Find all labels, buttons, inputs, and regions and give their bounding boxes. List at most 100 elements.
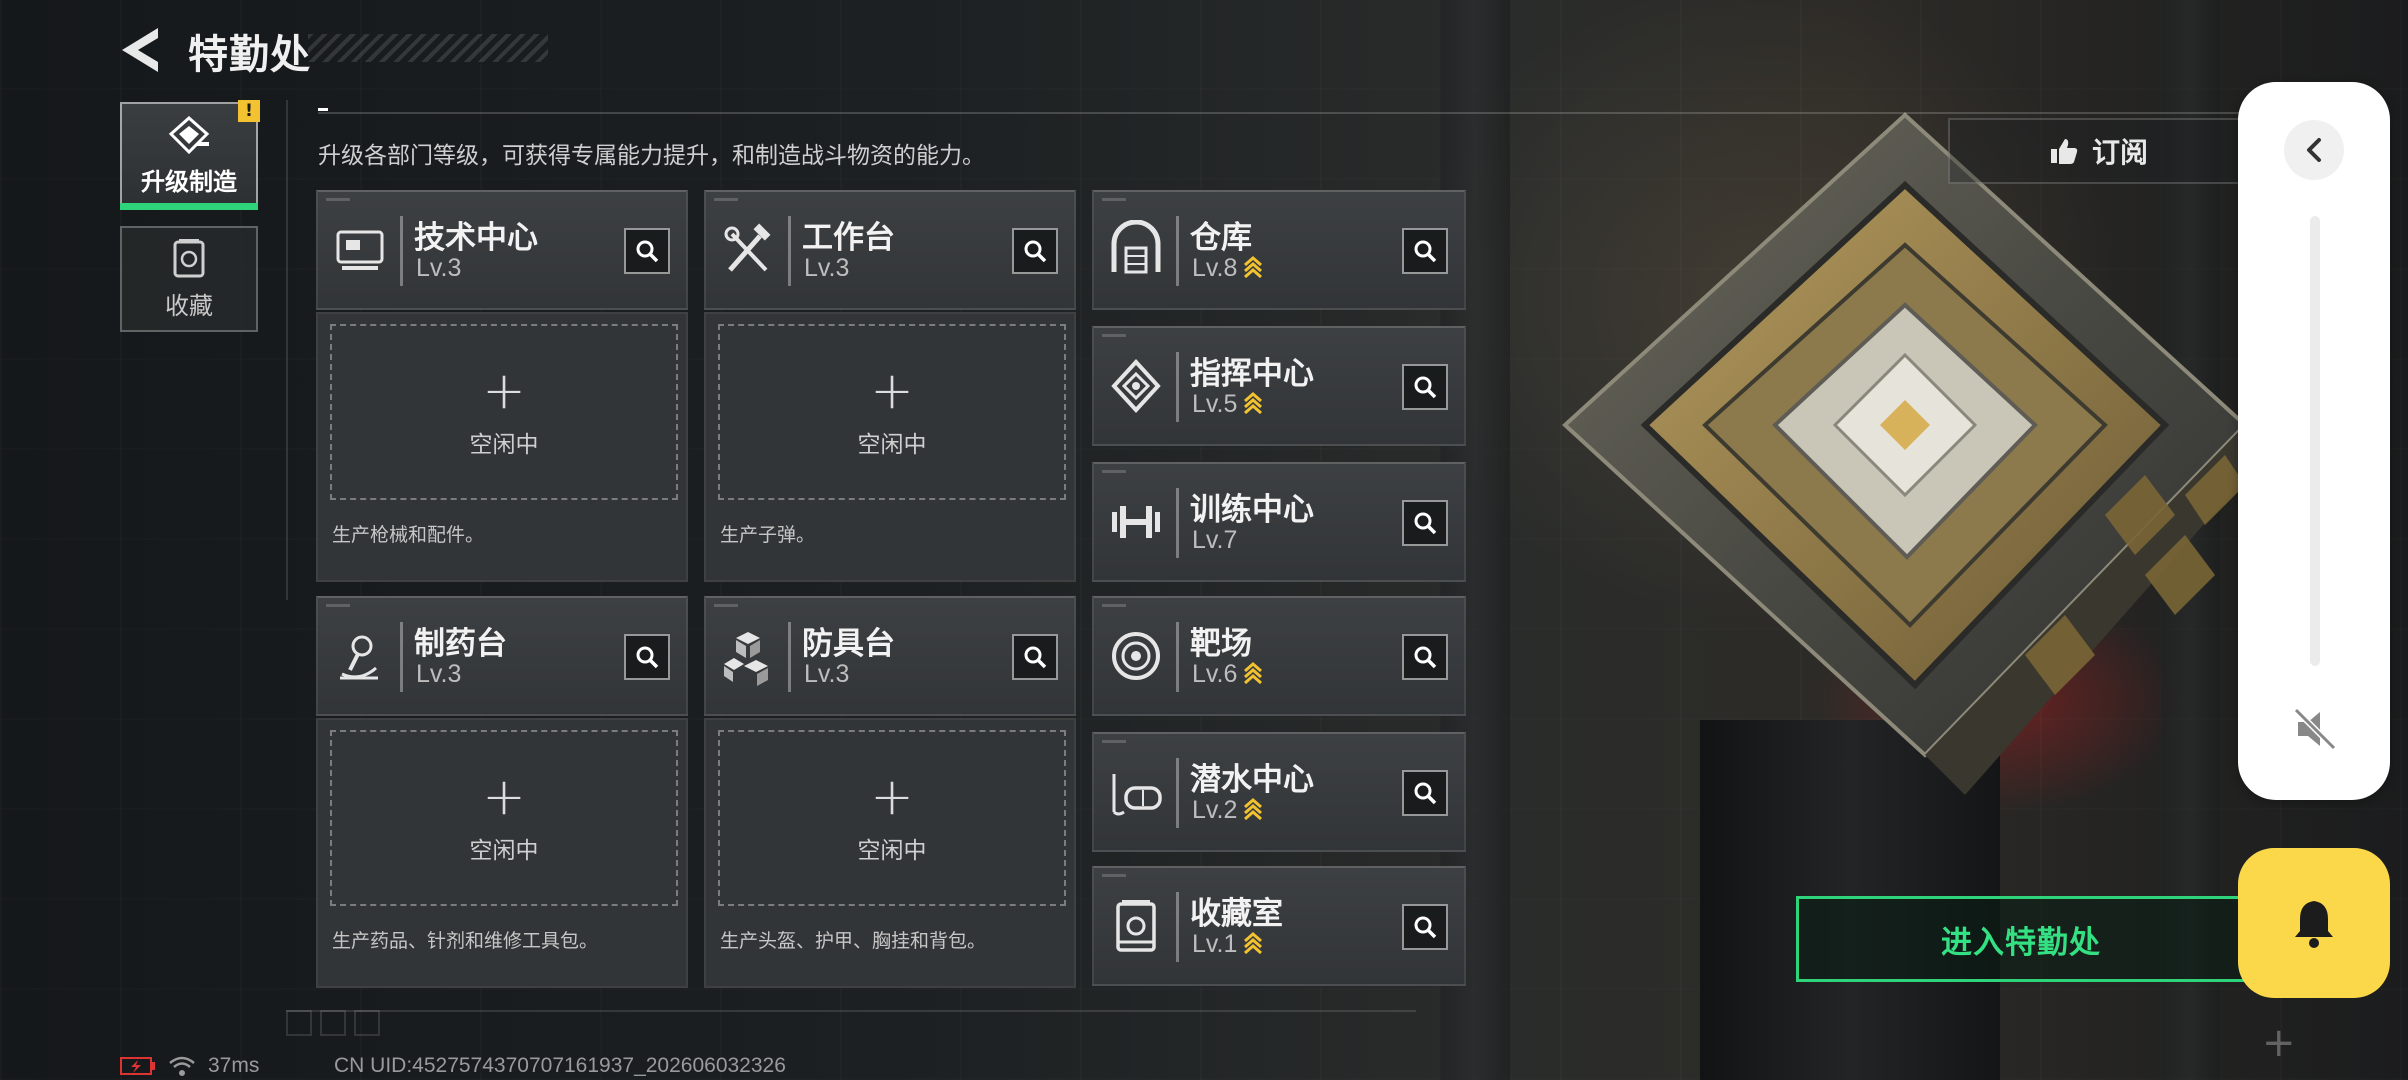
add-icon: +	[870, 767, 914, 827]
warehouse-icon	[1111, 220, 1161, 274]
search-icon	[1414, 376, 1437, 399]
card-divider	[1176, 758, 1179, 828]
card-divider	[788, 622, 791, 692]
inspect-button[interactable]	[624, 634, 670, 680]
battery-charging-icon	[120, 1057, 155, 1075]
card-corner-mark	[1102, 470, 1126, 473]
tab-collection[interactable]: 收藏	[120, 226, 258, 332]
dept-name: 训练中心	[1190, 492, 1314, 528]
dept-card-training-center[interactable]: 训练中心 Lv.7	[1092, 462, 1466, 582]
card-divider	[1176, 488, 1179, 558]
search-icon	[1414, 782, 1437, 805]
inspect-button[interactable]	[1402, 634, 1448, 680]
dept-card-armor-bench[interactable]: 防具台 Lv.3	[704, 596, 1076, 716]
production-slot-empty[interactable]: + 空闲中	[330, 324, 678, 500]
back-arrow-icon	[122, 28, 158, 72]
dept-card-dive-center[interactable]: 潜水中心 Lv.2	[1092, 732, 1466, 852]
inspect-button[interactable]	[1402, 228, 1448, 274]
ping-text: 37ms	[208, 1054, 260, 1077]
inspect-button[interactable]	[1402, 364, 1448, 410]
production-panel-armor-bench: + 空闲中 生产头盔、护甲、胸挂和背包。	[704, 718, 1076, 988]
dept-level-row: Lv.2	[1192, 796, 1263, 825]
dept-card-collection-room[interactable]: 收藏室 Lv.1	[1092, 866, 1466, 986]
card-corner-mark	[326, 604, 350, 607]
dept-level-row: Lv.5	[1192, 390, 1263, 419]
slot-status: 空闲中	[469, 432, 539, 458]
search-icon	[1024, 646, 1047, 669]
inspect-button[interactable]	[624, 228, 670, 274]
dept-card-pharmacy[interactable]: 制药台 Lv.3	[316, 596, 688, 716]
dept-level: Lv.3	[804, 254, 850, 282]
microscope-icon	[340, 635, 378, 680]
bell-icon	[2295, 901, 2333, 948]
dept-card-command-center[interactable]: 指挥中心 Lv.5	[1092, 326, 1466, 446]
add-icon: +	[482, 361, 526, 421]
dept-level-row: Lv.8	[1192, 254, 1263, 283]
header-divider-tick	[318, 108, 328, 111]
volume-overlay-panel	[2238, 82, 2390, 800]
card-divider	[1176, 622, 1179, 692]
tab-collection-label: 收藏	[165, 291, 213, 320]
dept-card-tech-center[interactable]: 技术中心 Lv.3	[316, 190, 688, 310]
page-title: 特勤处	[188, 32, 311, 78]
upgrade-available-icon	[1244, 932, 1263, 955]
dept-card-warehouse[interactable]: 仓库 Lv.8	[1092, 190, 1466, 310]
dept-level: Lv.7	[1192, 526, 1238, 554]
card-corner-mark	[1102, 334, 1126, 337]
dept-level-row: Lv.1	[1192, 930, 1263, 959]
subscribe-button[interactable]: 订阅	[1948, 118, 2248, 184]
inspect-button[interactable]	[1012, 634, 1058, 680]
back-button[interactable]	[118, 24, 164, 76]
card-divider	[1176, 352, 1179, 422]
search-icon	[1414, 512, 1437, 535]
inspect-button[interactable]	[1012, 228, 1058, 274]
card-corner-mark	[1102, 198, 1126, 201]
upgrade-craft-icon	[168, 115, 210, 154]
production-panel-tech-center: + 空闲中 生产枪械和配件。	[316, 312, 688, 582]
dept-level: Lv.5	[1192, 390, 1238, 418]
upgrade-available-icon	[1244, 392, 1263, 415]
volume-slider[interactable]	[2310, 216, 2320, 666]
special-ops-cube-illustration	[1562, 112, 2265, 795]
card-divider	[400, 216, 403, 286]
production-slot-empty[interactable]: + 空闲中	[330, 730, 678, 906]
decor-line	[286, 100, 288, 600]
collapse-panel-button[interactable]	[2284, 120, 2344, 180]
dept-level: Lv.2	[1192, 796, 1238, 824]
crosshair-decoration: +	[2262, 1020, 2296, 1066]
slot-description: 生产枪械和配件。	[332, 524, 485, 546]
active-tab-indicator	[120, 203, 258, 210]
slot-description: 生产子弹。	[720, 524, 816, 546]
card-corner-mark	[1102, 604, 1126, 607]
tab-upgrade-craft[interactable]: 升级制造 !	[120, 100, 260, 210]
enter-special-ops-label: 进入特勤处	[1941, 924, 2101, 961]
dumbbell-icon	[1112, 506, 1160, 538]
inspect-button[interactable]	[1402, 904, 1448, 950]
notification-bell-button[interactable]	[2238, 848, 2390, 998]
dept-name: 指挥中心	[1190, 356, 1314, 392]
dept-name: 技术中心	[414, 220, 538, 256]
dept-card-shooting-range[interactable]: 靶场 Lv.6	[1092, 596, 1466, 716]
inspect-button[interactable]	[1402, 500, 1448, 546]
dept-name: 制药台	[414, 626, 507, 662]
tab-upgrade-craft-label: 升级制造	[141, 167, 237, 196]
footer-decoration	[286, 1010, 380, 1036]
command-icon	[1111, 359, 1161, 413]
dept-name: 仓库	[1190, 220, 1252, 256]
search-icon	[1414, 240, 1437, 263]
add-icon: +	[482, 767, 526, 827]
production-slot-empty[interactable]: + 空闲中	[718, 730, 1066, 906]
card-corner-mark	[326, 198, 350, 201]
computer-icon	[336, 230, 384, 270]
slot-status: 空闲中	[857, 432, 927, 458]
tools-icon	[724, 223, 771, 272]
production-slot-empty[interactable]: + 空闲中	[718, 324, 1066, 500]
enter-special-ops-button[interactable]: 进入特勤处	[1796, 896, 2246, 982]
mute-icon[interactable]	[2288, 702, 2342, 756]
dept-name: 收藏室	[1190, 896, 1283, 932]
dept-card-workbench[interactable]: 工作台 Lv.3	[704, 190, 1076, 310]
dept-level: Lv.3	[416, 254, 462, 282]
dept-name: 潜水中心	[1190, 762, 1314, 798]
dept-level: Lv.3	[804, 660, 850, 688]
inspect-button[interactable]	[1402, 770, 1448, 816]
